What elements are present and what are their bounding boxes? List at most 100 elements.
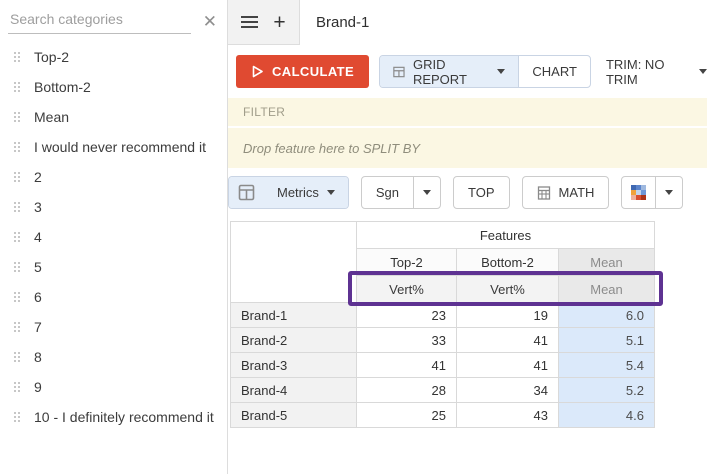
sidebar-item-2[interactable]: 2 bbox=[0, 162, 227, 192]
drag-handle-icon[interactable] bbox=[14, 142, 22, 153]
view-switch-group: GRID REPORT CHART bbox=[379, 55, 591, 88]
table-cell[interactable]: 23 bbox=[357, 303, 457, 328]
layout-button[interactable] bbox=[229, 177, 264, 208]
column-header-top-2[interactable]: Top-2 bbox=[357, 249, 457, 276]
drag-handle-icon[interactable] bbox=[14, 232, 22, 243]
sidebar-item-label: Bottom-2 bbox=[34, 79, 91, 95]
sidebar-item-5[interactable]: 5 bbox=[0, 252, 227, 282]
table-cell-mean[interactable]: 5.2 bbox=[559, 378, 655, 403]
subheader-vert-pct[interactable]: Vert% bbox=[457, 276, 559, 303]
grid-report-button[interactable]: GRID REPORT bbox=[380, 56, 518, 87]
row-label[interactable]: Brand-3 bbox=[231, 353, 357, 378]
table-row: Brand-5 25 43 4.6 bbox=[231, 403, 655, 428]
drag-handle-icon[interactable] bbox=[14, 262, 22, 273]
sidebar-item-7[interactable]: 7 bbox=[0, 312, 227, 342]
drag-handle-icon[interactable] bbox=[14, 382, 22, 393]
new-tab-button[interactable]: + bbox=[273, 12, 285, 33]
features-group-header[interactable]: Features bbox=[357, 222, 655, 249]
subheader-mean[interactable]: Mean bbox=[559, 276, 655, 303]
drag-handle-icon[interactable] bbox=[14, 292, 22, 303]
column-header-mean[interactable]: Mean bbox=[559, 249, 655, 276]
table-cell[interactable]: 25 bbox=[357, 403, 457, 428]
table-cell[interactable]: 19 bbox=[457, 303, 559, 328]
row-label[interactable]: Brand-2 bbox=[231, 328, 357, 353]
sidebar-item-bottom-2[interactable]: Bottom-2 bbox=[0, 72, 227, 102]
table-cell[interactable]: 41 bbox=[357, 353, 457, 378]
search-input[interactable] bbox=[8, 8, 191, 34]
column-header-bottom-2[interactable]: Bottom-2 bbox=[457, 249, 559, 276]
close-icon[interactable]: ✕ bbox=[203, 13, 217, 30]
sidebar-item-label: 10 - I definitely recommend it bbox=[34, 409, 214, 425]
sgn-button[interactable]: Sgn bbox=[362, 177, 413, 208]
top-label: TOP bbox=[468, 185, 495, 200]
trim-label: TRIM: NO TRIM bbox=[606, 57, 692, 87]
sidebar-item-3[interactable]: 3 bbox=[0, 192, 227, 222]
sidebar-item-8[interactable]: 8 bbox=[0, 342, 227, 372]
row-label[interactable]: Brand-1 bbox=[231, 303, 357, 328]
trim-dropdown[interactable]: TRIM: NO TRIM bbox=[606, 57, 707, 87]
menu-icon[interactable] bbox=[241, 16, 258, 28]
metrics-toolbar: Metrics Sgn TOP bbox=[228, 176, 707, 209]
sidebar-item-9[interactable]: 9 bbox=[0, 372, 227, 402]
caret-down-icon bbox=[699, 69, 707, 74]
palette-button[interactable] bbox=[622, 177, 655, 208]
drag-handle-icon[interactable] bbox=[14, 82, 22, 93]
sidebar-item-top-2[interactable]: Top-2 bbox=[0, 42, 227, 72]
split-by-drop-zone[interactable]: Drop feature here to SPLIT BY bbox=[228, 128, 707, 168]
table-row: Brand-1 23 19 6.0 bbox=[231, 303, 655, 328]
filter-drop-zone[interactable]: FILTER bbox=[228, 98, 707, 126]
layout-icon bbox=[238, 184, 255, 201]
math-label: MATH bbox=[559, 185, 595, 200]
table-cell-mean[interactable]: 4.6 bbox=[559, 403, 655, 428]
grid-report-table: Features Top-2 Bottom-2 Mean Vert% Vert%… bbox=[230, 221, 655, 428]
row-label[interactable]: Brand-4 bbox=[231, 378, 357, 403]
table-row: Brand-4 28 34 5.2 bbox=[231, 378, 655, 403]
table-cell[interactable]: 43 bbox=[457, 403, 559, 428]
sidebar-item-4[interactable]: 4 bbox=[0, 222, 227, 252]
sidebar-item-label: I would never recommend it bbox=[34, 139, 206, 155]
table-cell[interactable]: 41 bbox=[457, 353, 559, 378]
palette-caret-button[interactable] bbox=[655, 177, 682, 208]
drag-handle-icon[interactable] bbox=[14, 112, 22, 123]
sidebar-item-label: 9 bbox=[34, 379, 42, 395]
table-cell-mean[interactable]: 6.0 bbox=[559, 303, 655, 328]
subheader-vert-pct[interactable]: Vert% bbox=[357, 276, 457, 303]
table-cell[interactable]: 28 bbox=[357, 378, 457, 403]
sidebar-item-label: Mean bbox=[34, 109, 69, 125]
sidebar-item-label: 6 bbox=[34, 289, 42, 305]
drag-handle-icon[interactable] bbox=[14, 352, 22, 363]
sgn-group: Sgn bbox=[361, 176, 441, 209]
tab-controls: + bbox=[228, 0, 300, 45]
drag-handle-icon[interactable] bbox=[14, 412, 22, 423]
sidebar-item-label: 7 bbox=[34, 319, 42, 335]
palette-icon bbox=[631, 185, 646, 200]
sidebar-item-6[interactable]: 6 bbox=[0, 282, 227, 312]
filter-label: FILTER bbox=[243, 105, 285, 119]
corner-cell bbox=[231, 222, 357, 303]
table-cell[interactable]: 33 bbox=[357, 328, 457, 353]
table-cell-mean[interactable]: 5.4 bbox=[559, 353, 655, 378]
drag-handle-icon[interactable] bbox=[14, 322, 22, 333]
table-cell-mean[interactable]: 5.1 bbox=[559, 328, 655, 353]
math-button[interactable]: MATH bbox=[522, 176, 610, 209]
drag-handle-icon[interactable] bbox=[14, 52, 22, 63]
math-icon bbox=[537, 186, 551, 200]
table-cell[interactable]: 41 bbox=[457, 328, 559, 353]
sidebar-item-never-recommend[interactable]: I would never recommend it bbox=[0, 132, 227, 162]
chart-button[interactable]: CHART bbox=[518, 56, 590, 87]
grid-icon bbox=[393, 65, 405, 79]
row-label[interactable]: Brand-5 bbox=[231, 403, 357, 428]
calculate-button[interactable]: CALCULATE bbox=[236, 55, 369, 88]
drag-handle-icon[interactable] bbox=[14, 202, 22, 213]
sgn-caret-button[interactable] bbox=[413, 177, 440, 208]
metrics-group: Metrics bbox=[228, 176, 349, 209]
play-icon bbox=[251, 65, 264, 78]
table-cell[interactable]: 34 bbox=[457, 378, 559, 403]
tab-brand-1[interactable]: Brand-1 bbox=[316, 14, 369, 31]
report-toolbar: CALCULATE GRID REPORT CHART TRIM: NO bbox=[236, 55, 707, 88]
sidebar-item-mean[interactable]: Mean bbox=[0, 102, 227, 132]
top-button[interactable]: TOP bbox=[453, 176, 510, 209]
drag-handle-icon[interactable] bbox=[14, 172, 22, 183]
metrics-dropdown[interactable]: Metrics bbox=[264, 177, 348, 208]
sidebar-item-definitely-recommend[interactable]: 10 - I definitely recommend it bbox=[0, 402, 227, 432]
